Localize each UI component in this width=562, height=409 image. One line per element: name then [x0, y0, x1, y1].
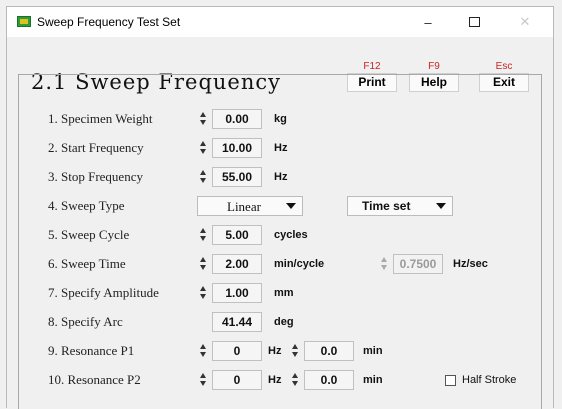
- resonance-p2-time-unit: min: [363, 374, 383, 386]
- sweep-type-label: 4. Sweep Type: [48, 198, 125, 213]
- stop-frequency-label: 3. Stop Frequency: [48, 169, 143, 184]
- sweep-time-field[interactable]: 2.00: [212, 254, 262, 274]
- resonance-p1-time-spinner-icon[interactable]: [292, 342, 298, 359]
- amplitude-spinner-icon[interactable]: [200, 284, 206, 301]
- resonance-p2-label: 10. Resonance P2: [48, 372, 141, 387]
- specify-arc-label: 8. Specify Arc: [48, 314, 123, 329]
- resonance-p2-freq-spinner-icon[interactable]: [200, 371, 206, 388]
- resonance-p1-time-field[interactable]: 0.0: [304, 341, 354, 361]
- resonance-p1-label: 9. Resonance P1: [48, 343, 135, 358]
- stop-frequency-unit: Hz: [274, 171, 288, 183]
- window-title: Sweep Frequency Test Set: [37, 15, 181, 29]
- minimize-button[interactable]: –: [405, 7, 451, 37]
- sweep-time-spinner-icon[interactable]: [200, 255, 206, 272]
- sweep-rate-spinner-icon: [381, 255, 387, 272]
- sweep-type-value: Linear: [227, 199, 261, 214]
- resonance-p1-freq-field[interactable]: 0: [212, 341, 262, 361]
- resonance-p1-time-unit: min: [363, 345, 383, 357]
- exit-shortcut-label: Esc: [495, 61, 513, 72]
- sweep-type-dropdown[interactable]: Linear: [197, 196, 303, 216]
- sweep-time-unit: min/cycle: [274, 258, 325, 270]
- half-stroke-checkbox[interactable]: [445, 375, 456, 386]
- chevron-down-icon: [286, 203, 296, 209]
- sweep-cycle-spinner-icon[interactable]: [200, 226, 206, 243]
- stop-frequency-spinner-icon[interactable]: [200, 168, 206, 185]
- sweep-cycle-unit: cycles: [274, 229, 308, 241]
- start-frequency-label: 2. Start Frequency: [48, 140, 144, 155]
- stop-frequency-field[interactable]: 55.00: [212, 167, 262, 187]
- specimen-weight-field[interactable]: 0.00: [212, 109, 262, 129]
- sweep-cycle-label: 5. Sweep Cycle: [48, 227, 130, 242]
- print-shortcut-label: F12: [363, 61, 381, 72]
- resonance-p2-time-field[interactable]: 0.0: [304, 370, 354, 390]
- resonance-p2-freq-field[interactable]: 0: [212, 370, 262, 390]
- maximize-button[interactable]: [451, 7, 497, 37]
- timing-mode-dropdown[interactable]: Time set: [347, 196, 453, 216]
- title-bar: Sweep Frequency Test Set – ✕: [7, 7, 553, 37]
- timing-mode-value: Time set: [362, 199, 411, 213]
- chevron-down-icon: [436, 203, 446, 209]
- app-icon: [17, 16, 31, 27]
- resonance-p2-time-spinner-icon[interactable]: [292, 371, 298, 388]
- arc-unit: deg: [274, 316, 294, 328]
- start-frequency-spinner-icon[interactable]: [200, 139, 206, 156]
- specimen-weight-unit: kg: [274, 113, 287, 125]
- maximize-icon: [468, 17, 480, 27]
- sweep-rate-unit: Hz/sec: [453, 258, 488, 270]
- half-stroke-label: Half Stroke: [462, 374, 517, 386]
- arc-value: 41.44: [212, 312, 262, 332]
- resonance-p1-freq-unit: Hz: [268, 345, 282, 357]
- start-frequency-unit: Hz: [274, 142, 288, 154]
- resonance-p1-freq-spinner-icon[interactable]: [200, 342, 206, 359]
- amplitude-unit: mm: [274, 287, 294, 299]
- specify-amplitude-label: 7. Specify Amplitude: [48, 285, 159, 300]
- specimen-weight-spinner-icon[interactable]: [200, 110, 206, 127]
- app-window: Sweep Frequency Test Set – ✕ 2.1 Sweep F…: [6, 6, 554, 409]
- sweep-time-label: 6. Sweep Time: [48, 256, 126, 271]
- close-button[interactable]: ✕: [502, 7, 548, 37]
- resonance-p2-freq-unit: Hz: [268, 374, 282, 386]
- sweep-cycle-field[interactable]: 5.00: [212, 225, 262, 245]
- help-shortcut-label: F9: [428, 61, 440, 72]
- start-frequency-field[interactable]: 10.00: [212, 138, 262, 158]
- amplitude-field[interactable]: 1.00: [212, 283, 262, 303]
- specimen-weight-label: 1. Specimen Weight: [48, 111, 153, 126]
- sweep-rate-field: 0.7500: [393, 254, 443, 274]
